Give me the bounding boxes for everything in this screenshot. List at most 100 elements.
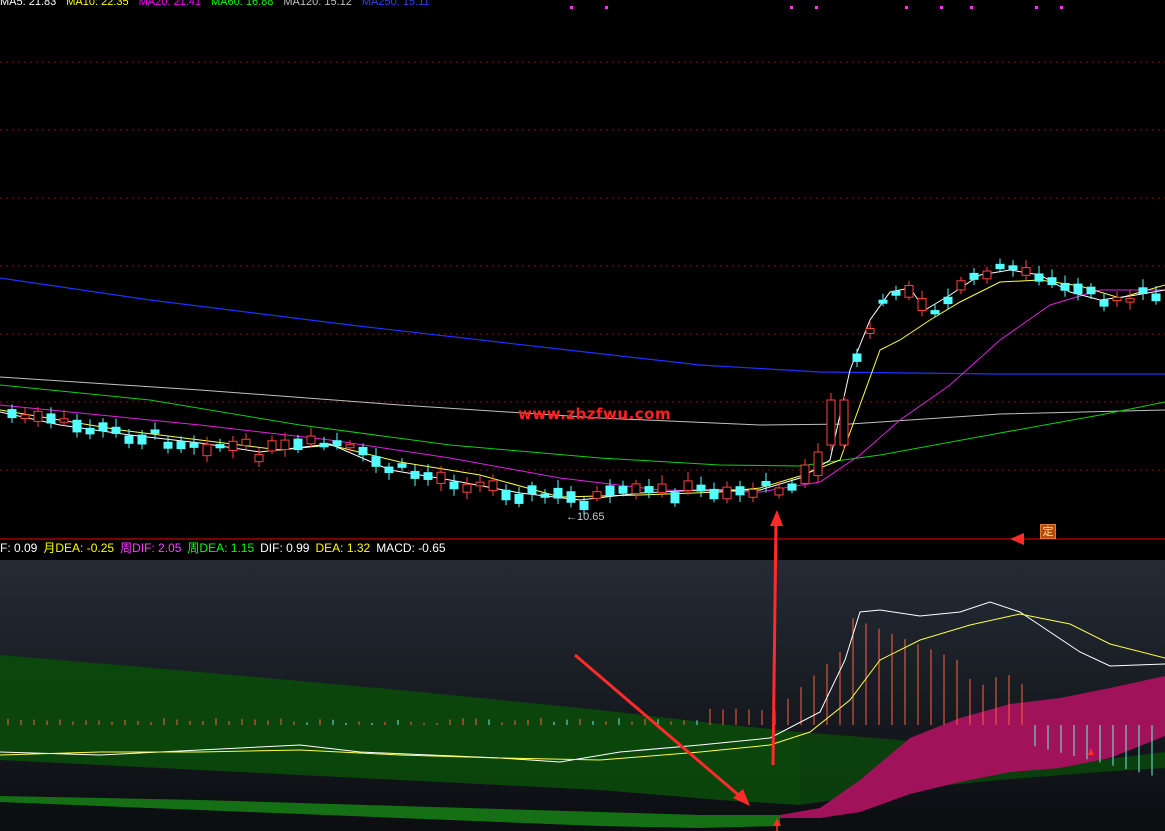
ding-badge[interactable]: 定 — [1040, 524, 1056, 539]
candle-body — [137, 434, 147, 445]
candle-body — [852, 353, 862, 362]
candle-body — [72, 419, 82, 433]
price-panel-bg — [0, 0, 1165, 538]
candle-body — [904, 285, 914, 298]
ma-legend-item-3: MA60: 16.88 — [211, 0, 274, 8]
watermark-text: www.zbzfwu.com — [518, 405, 672, 423]
candle-body — [1138, 287, 1148, 295]
candle-body — [46, 413, 56, 424]
candle-body — [150, 429, 160, 434]
top-marker — [970, 6, 973, 9]
candle-body — [1073, 283, 1083, 295]
candle-body — [306, 435, 316, 445]
indicator-legend: F: 0.09 月DEA: -0.25 周DIF: 2.05 周DEA: 1.15 DI… — [0, 540, 452, 556]
candle-body — [189, 442, 199, 448]
top-marker — [905, 6, 908, 9]
candle-body — [1008, 265, 1018, 271]
top-marker — [570, 6, 573, 9]
candle-body — [423, 472, 433, 480]
candle-body — [111, 426, 121, 434]
candle-body — [228, 440, 238, 451]
ma-legend-item-4: MA120: 15.12 — [283, 0, 352, 8]
candle-body — [254, 454, 264, 463]
candle-body — [709, 488, 719, 500]
top-marker — [1035, 6, 1038, 9]
candle-body — [384, 466, 394, 473]
candle-body — [176, 441, 186, 450]
candle-body — [982, 270, 992, 280]
top-marker — [605, 6, 608, 9]
candle-body — [1125, 297, 1135, 303]
candle-body — [722, 486, 732, 500]
candle-body — [787, 483, 797, 491]
candle-body — [319, 442, 329, 448]
candle-body — [683, 480, 693, 491]
candle-body — [371, 456, 381, 467]
indicator-legend-item-1: 月DEA: -0.25 — [43, 541, 115, 555]
candle-body — [20, 414, 30, 419]
candle-body — [605, 485, 615, 497]
candle-body — [618, 486, 628, 494]
candle-body — [930, 310, 940, 315]
candle-body — [735, 486, 745, 496]
candle-body — [540, 493, 550, 498]
candle-body — [644, 486, 654, 494]
candle-body — [553, 487, 563, 499]
candle-body — [215, 444, 225, 449]
ma-legend-item-0: MA5: 21.83 — [0, 0, 57, 8]
candle-body — [865, 328, 875, 334]
candle-body — [657, 483, 667, 494]
candle-body — [449, 481, 459, 490]
candle-body — [85, 427, 95, 435]
top-marker — [940, 6, 943, 9]
candle-body — [33, 410, 43, 422]
candle-body — [956, 280, 966, 291]
candle-body — [579, 500, 589, 511]
candle-body — [1047, 277, 1057, 286]
indicator-legend-item-2: 周DIF: 2.05 — [120, 541, 182, 555]
candle-body — [410, 470, 420, 479]
candle-body — [670, 492, 680, 504]
candle-body — [436, 471, 446, 484]
candle-body — [1099, 299, 1109, 307]
candle-body — [241, 438, 251, 447]
candle-body — [813, 451, 823, 477]
candle-body — [800, 464, 810, 484]
candle-body — [1060, 282, 1070, 291]
candle-body — [332, 440, 342, 447]
candle-body — [488, 480, 498, 492]
candle-body — [1086, 286, 1096, 295]
ma-legend-item-5: MA250: 15.11 — [361, 0, 430, 8]
candle-body — [462, 483, 472, 493]
candle-body — [397, 463, 407, 468]
candle-body — [891, 290, 901, 296]
candle-body — [839, 399, 849, 446]
candle-body — [59, 418, 69, 423]
ma-legend-item-2: MA20: 21.41 — [138, 0, 202, 8]
candle-body — [1151, 293, 1161, 302]
candle-body — [696, 484, 706, 492]
candle-body — [761, 480, 771, 487]
candle-body — [293, 438, 303, 451]
candle-body — [1112, 296, 1122, 302]
candle-body — [280, 439, 290, 450]
candle-body — [774, 487, 784, 496]
candle-body — [202, 443, 212, 457]
candle-body — [748, 489, 758, 498]
ma-legend: MA5: 21.83 MA10: 22.35 MA20: 21.41 MA60: 16… — [0, 0, 440, 10]
indicator-legend-item-6: MACD: -0.65 — [376, 541, 446, 555]
candle-body — [943, 296, 953, 305]
candle-body — [501, 489, 511, 501]
candle-body — [527, 485, 537, 495]
candle-body — [878, 299, 888, 304]
candle-body — [826, 399, 836, 446]
candle-body — [163, 441, 173, 449]
candle-body — [995, 263, 1005, 270]
candle-body — [98, 422, 108, 432]
candle-body — [124, 435, 134, 444]
candle-body — [1034, 273, 1044, 282]
low-price-marker: ←10.65 — [566, 511, 605, 523]
top-marker — [815, 6, 818, 9]
top-marker — [1060, 6, 1063, 9]
candle-body — [917, 298, 927, 311]
